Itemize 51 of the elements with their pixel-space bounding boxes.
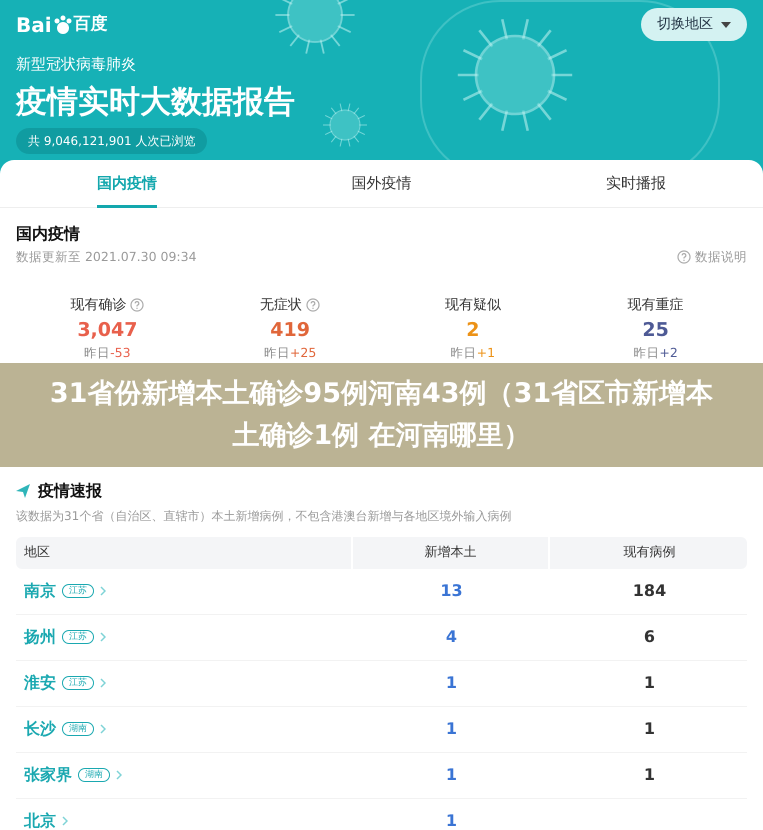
column-header: 地区	[24, 544, 50, 562]
table-cell-text: 184	[632, 580, 668, 602]
table-cell-text: 1	[444, 764, 458, 786]
logo: Bai 百度	[16, 12, 108, 38]
data-notes-link[interactable]: 数据说明	[677, 248, 747, 267]
tab[interactable]: 实时播报	[508, 160, 763, 207]
stat-value: 419	[270, 318, 310, 343]
stat-delta: 昨日+2	[633, 344, 678, 362]
table-cell-text: 1	[444, 672, 458, 694]
stat-value: 2	[466, 318, 480, 343]
stat-label: 无症状	[260, 294, 320, 316]
table-cell-text: 1	[642, 672, 656, 694]
tab[interactable]: 国外疫情	[254, 160, 509, 207]
city-link[interactable]: 扬州 江苏	[16, 625, 353, 649]
city-link[interactable]: 北京	[16, 809, 353, 830]
city-link[interactable]: 南京 江苏	[16, 579, 353, 603]
stat-value: 25	[642, 318, 669, 343]
subtitle: 新型冠状病毒肺炎	[16, 54, 137, 75]
section-title: 国内疫情	[16, 224, 81, 244]
city-link[interactable]: 长沙 湖南	[16, 717, 353, 741]
column-header: 新增本土	[424, 544, 476, 562]
province-tag: 江苏	[62, 630, 94, 644]
province-tag: 湖南	[78, 768, 110, 782]
headline: 31省份新增本土确诊95例河南43例（31省区市新增本土确诊1例 在河南哪里）	[48, 377, 714, 453]
table-cell-text: 6	[642, 626, 656, 648]
table-cell-text: 13	[439, 580, 464, 602]
city-link[interactable]: 张家界 湖南	[16, 763, 353, 787]
column-header: 现有病例	[624, 544, 676, 562]
view-count: 共 9,046,121,901 人次已浏览	[16, 128, 208, 154]
bulletin-note: 该数据为31个省（自治区、直辖市）本土新增病例，不包含港澳台新增与各地区境外输入病例	[16, 508, 512, 524]
table-cell-text: 1	[444, 810, 458, 830]
table-cell-text: 1	[642, 764, 656, 786]
stat-delta: 昨日+1	[450, 344, 496, 362]
stat-delta: 昨日+25	[264, 344, 316, 362]
province-tag: 江苏	[62, 676, 94, 690]
stat-label: 现有疑似	[444, 296, 501, 315]
stat-label: 现有重症	[628, 296, 684, 315]
page-title: 疫情实时大数据报告	[16, 82, 296, 122]
update-time: 数据更新至 2021.07.30 09:34	[16, 248, 197, 266]
stat-delta: 昨日-53	[84, 344, 131, 362]
city-link[interactable]: 淮安 江苏	[16, 671, 353, 695]
region-switch-button[interactable]: 切换地区	[641, 8, 747, 41]
province-tag: 江苏	[62, 584, 94, 598]
stat-value: 3,047	[77, 318, 138, 343]
table-cell-text: 4	[444, 626, 458, 648]
tab[interactable]: 国内疫情	[0, 160, 254, 207]
stat-label: 现有确诊	[70, 294, 144, 316]
table-cell-text: 1	[444, 718, 458, 740]
section-title: 疫情速报	[38, 480, 102, 502]
province-tag: 湖南	[62, 722, 94, 736]
table-cell-text: 1	[642, 718, 656, 740]
